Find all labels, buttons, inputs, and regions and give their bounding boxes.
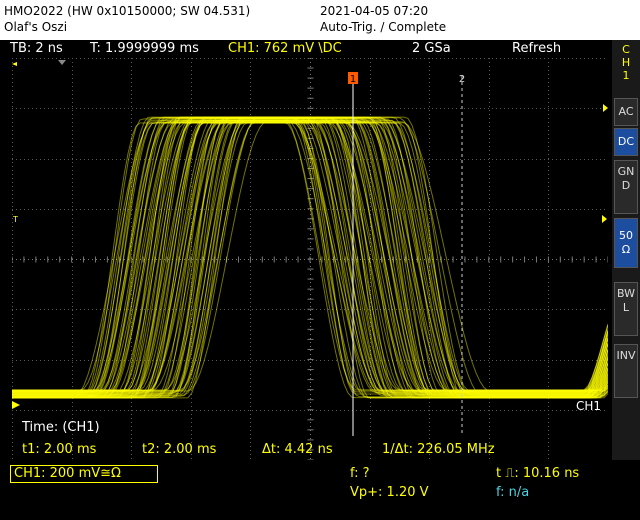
status-bar: TB: 2 ns T: 1.9999999 ms CH1: 762 mV \DC…: [0, 40, 640, 58]
waveform-display[interactable]: 1 2 T CH1: [12, 58, 608, 460]
bottom-info-bar: CH1: 200 mV≅Ω f: ? Vp+: 1.20 V t ⎍: 10.1…: [0, 462, 640, 520]
channel-label-1: 1: [622, 69, 630, 82]
timebase-readout[interactable]: TB: 2 ns: [10, 40, 63, 58]
coupling-gnd-button[interactable]: GND: [614, 160, 638, 214]
pulse-width-readout: t ⎍: 10.16 ns: [496, 466, 580, 481]
trigger-level-left-marker: T: [12, 215, 18, 224]
datetime-label: 2021-04-05 07:20: [320, 4, 429, 18]
ch1-trigger-readout[interactable]: CH1: 762 mV \DC: [228, 40, 342, 58]
frequency-readout: f: ?: [350, 466, 370, 481]
channel-label-c: C: [622, 43, 630, 56]
model-label: HMO2022 (HW 0x10150000; SW 04.531): [4, 4, 251, 18]
frequency-2-readout: f: n/a: [496, 485, 530, 500]
cursor-2-marker-label: 2: [459, 74, 465, 85]
invert-button[interactable]: INV: [614, 344, 638, 398]
cursor-readout-title: Time: (CH1): [22, 420, 100, 435]
bandwidth-limit-button[interactable]: BWL: [614, 282, 638, 336]
trigger-marker-label: 1: [350, 74, 356, 85]
acq-mode-readout[interactable]: Refresh: [512, 40, 561, 58]
cursor-t2-readout[interactable]: t2: 2.00 ms: [142, 442, 216, 457]
peak-voltage-readout: Vp+: 1.20 V: [350, 485, 429, 500]
ch1-setting-box[interactable]: CH1: 200 mV≅Ω: [10, 465, 158, 483]
trigger-time-readout[interactable]: T: 1.9999999 ms: [90, 40, 199, 58]
device-name: Olaf's Oszi: [4, 20, 68, 34]
cursor-inverse-delta-t-readout: 1/Δt: 226.05 MHz: [382, 442, 495, 457]
channel-sidebar: C H 1 AC DC GND 50Ω BWL INV: [612, 40, 640, 460]
sample-rate-readout[interactable]: 2 GSa: [412, 40, 451, 58]
title-header: HMO2022 (HW 0x10150000; SW 04.531) Olaf'…: [0, 0, 640, 40]
coupling-ac-button[interactable]: AC: [614, 98, 638, 126]
channel-label-h: H: [621, 56, 631, 69]
cursor-delta-t-readout: Δt: 4.42 ns: [262, 442, 333, 457]
coupling-dc-button[interactable]: DC: [614, 128, 638, 156]
impedance-50-ohm-button[interactable]: 50Ω: [614, 218, 638, 268]
acquisition-status: Auto-Trig. / Complete: [320, 20, 447, 34]
cursor-t1-readout[interactable]: t1: 2.00 ms: [22, 442, 96, 457]
ch1-trace-label: CH1: [576, 399, 601, 413]
